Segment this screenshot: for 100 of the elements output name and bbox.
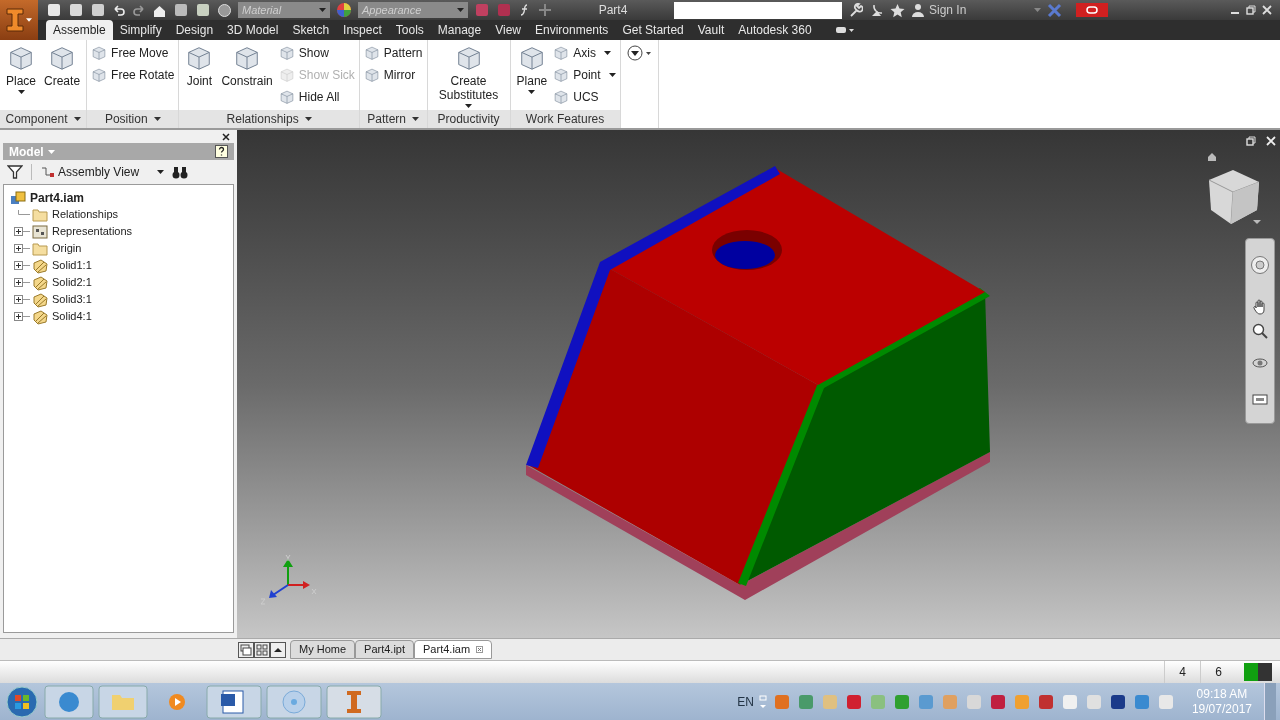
- ribbon-button[interactable]: Create: [40, 42, 85, 88]
- ribbon-button[interactable]: Point: [551, 64, 618, 86]
- color-wheel-icon[interactable]: [336, 2, 352, 18]
- zoom-icon[interactable]: [1252, 323, 1268, 339]
- tree-item[interactable]: Part4.iam: [30, 188, 85, 207]
- expand-toggle[interactable]: [14, 278, 30, 287]
- caret-icon: [1034, 8, 1041, 12]
- cube-icon: [553, 67, 570, 83]
- assembly-icon: [10, 189, 26, 206]
- representations-icon: [32, 224, 48, 239]
- tray-icon[interactable]: [1109, 693, 1126, 710]
- cascade-icon[interactable]: [238, 641, 254, 658]
- solid-icon: [32, 257, 48, 274]
- ribbon-tab[interactable]: Manage: [430, 20, 489, 40]
- look-at-icon[interactable]: [1252, 391, 1268, 405]
- ribbon-tab[interactable]: Sketch: [285, 20, 337, 40]
- restore-icon[interactable]: [1246, 5, 1256, 15]
- tile-icon[interactable]: [254, 641, 270, 658]
- language-indicator[interactable]: EN: [737, 692, 754, 711]
- ribbon-tab[interactable]: Tools: [388, 20, 431, 40]
- ribbon-tab[interactable]: 3D Model: [220, 20, 286, 40]
- help-icon[interactable]: [215, 145, 228, 158]
- panel-label[interactable]: Relationships: [179, 110, 359, 128]
- document-tab[interactable]: Part4.iam: [414, 640, 493, 659]
- ribbon-button[interactable]: Create Substitutes: [429, 42, 508, 108]
- caret-icon: [319, 8, 326, 12]
- exchange-icon[interactable]: [1047, 2, 1062, 18]
- ribbon-button[interactable]: Free Move: [89, 42, 177, 64]
- ribbon-button[interactable]: Axis: [551, 42, 618, 64]
- ribbon-tab[interactable]: Design: [168, 20, 221, 40]
- document-app-icon[interactable]: [206, 684, 262, 719]
- ribbon-button[interactable]: Hide All: [276, 86, 357, 108]
- caret-icon: [157, 170, 164, 174]
- tray-icon[interactable]: [845, 693, 862, 710]
- undo-icon[interactable]: [112, 3, 126, 17]
- tree-item[interactable]: Solid1:1: [52, 257, 92, 274]
- orbit-icon[interactable]: [1252, 355, 1268, 371]
- app-logo-icon: [6, 8, 24, 32]
- ribbon-button[interactable]: Pattern: [361, 42, 425, 64]
- ribbon-tab[interactable]: Simplify: [112, 20, 169, 40]
- app-menu-button[interactable]: [0, 0, 38, 40]
- expand-toggle[interactable]: [14, 244, 30, 253]
- ribbon-button[interactable]: Joint: [181, 42, 218, 88]
- ribbon-button[interactable]: Free Rotate: [89, 64, 177, 86]
- expand-toggle[interactable]: [14, 227, 30, 236]
- expand-toggle[interactable]: [14, 312, 30, 321]
- cube-icon: [278, 67, 295, 83]
- ribbon-button[interactable]: Mirror: [361, 64, 425, 86]
- start-button-icon[interactable]: [4, 684, 40, 719]
- tree-item[interactable]: Solid3:1: [52, 291, 92, 308]
- cube-icon: [278, 45, 295, 61]
- ribbon-tab[interactable]: Get Started: [615, 20, 691, 40]
- ribbon-tab[interactable]: Assemble: [46, 20, 113, 40]
- ribbon-tab[interactable]: Inspect: [336, 20, 389, 40]
- ribbon-button[interactable]: Place: [2, 42, 41, 94]
- steering-wheel-icon[interactable]: [1250, 255, 1270, 275]
- restore-icon[interactable]: [1246, 136, 1256, 146]
- tray-icon[interactable]: [989, 693, 1006, 710]
- cube-icon: [7, 44, 35, 72]
- expand-toggle[interactable]: [14, 261, 30, 270]
- panel-label[interactable]: Productivity: [427, 110, 510, 128]
- tree-item[interactable]: Solid4:1: [52, 308, 92, 325]
- scroll-up-icon[interactable]: [270, 641, 286, 658]
- sign-in-button[interactable]: Sign In: [911, 1, 1041, 19]
- panel-label[interactable]: Component: [0, 110, 87, 128]
- search-field[interactable]: [674, 1, 842, 19]
- video-icon[interactable]: [834, 24, 855, 36]
- globe-icon[interactable]: [217, 2, 232, 18]
- pan-icon[interactable]: [1252, 299, 1268, 315]
- document-tab[interactable]: My Home: [290, 640, 356, 659]
- ribbon-tab[interactable]: Vault: [690, 20, 732, 40]
- tree-item[interactable]: Solid2:1: [52, 274, 92, 291]
- tree-item[interactable]: Relationships: [52, 206, 119, 223]
- ribbon-tab[interactable]: View: [488, 20, 528, 40]
- wrench-icon[interactable]: [848, 2, 863, 18]
- ribbon-button[interactable]: UCS: [551, 86, 618, 108]
- ribbon-button[interactable]: Plane: [512, 42, 552, 94]
- expand-toggle[interactable]: [14, 295, 30, 304]
- ribbon-tab[interactable]: Autodesk 360: [731, 20, 819, 40]
- ribbon-button[interactable]: Constrain: [217, 42, 277, 88]
- document-tab[interactable]: Part4.ipt: [355, 640, 415, 659]
- tray-icon[interactable]: [1037, 693, 1054, 710]
- filter-icon[interactable]: [7, 165, 23, 179]
- panel-label[interactable]: Position: [87, 110, 179, 128]
- panel-label[interactable]: Work Features: [510, 110, 620, 128]
- star-icon[interactable]: [890, 2, 905, 18]
- panel-label[interactable]: Pattern: [359, 110, 427, 128]
- app-logo-icon[interactable]: [326, 684, 382, 719]
- graphics-viewport[interactable]: [237, 130, 1280, 638]
- binoculars-icon[interactable]: [172, 165, 188, 179]
- close-icon[interactable]: [222, 132, 230, 141]
- view-dropdown[interactable]: Assembly View: [40, 163, 164, 181]
- redo-icon[interactable]: [132, 3, 146, 17]
- tree-item[interactable]: Representations: [52, 223, 133, 240]
- ribbon-button[interactable]: Show: [276, 42, 357, 64]
- ribbon-tab[interactable]: Environments: [528, 20, 616, 40]
- tree-item[interactable]: Origin: [52, 240, 82, 257]
- ribbon-options-icon[interactable]: [626, 44, 653, 62]
- caret-icon: [47, 149, 55, 154]
- plus-icon[interactable]: [538, 3, 552, 17]
